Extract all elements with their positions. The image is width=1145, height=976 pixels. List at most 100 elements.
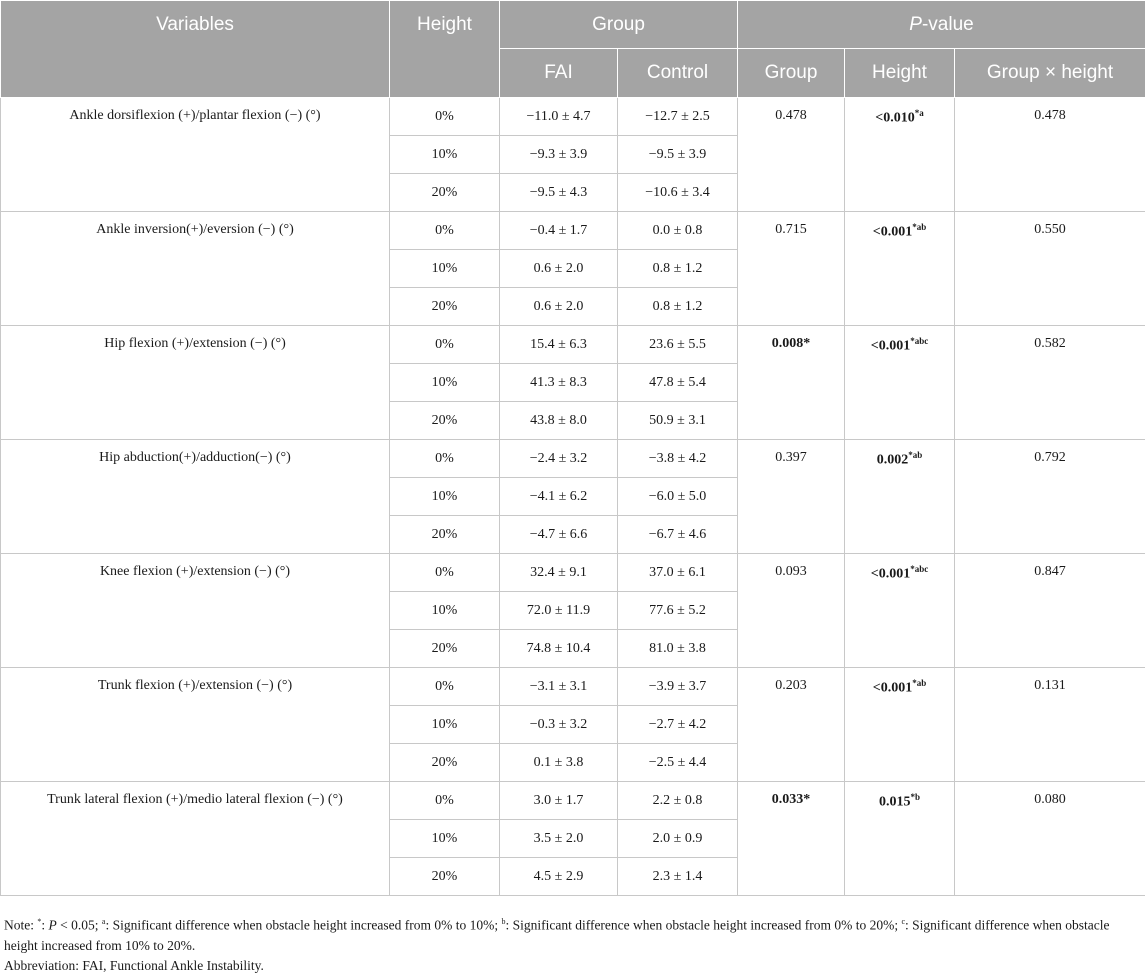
control-cell: −6.0 ± 5.0 [618,478,738,516]
height-cell: 20% [390,174,500,212]
header-p-value: P-value [738,1,1145,49]
control-cell: 23.6 ± 5.5 [618,326,738,364]
height-cell: 10% [390,250,500,288]
p-height-cell: <0.001*abc [845,554,955,668]
p-height-marker: *ab [912,678,926,688]
p-group-cell: 0.203 [738,668,845,782]
p-group-marker: * [803,792,810,807]
table-row: Trunk lateral flexion (+)/medio lateral … [1,782,1145,820]
header-p-group: Group [738,49,845,98]
control-cell: −12.7 ± 2.5 [618,98,738,136]
control-cell: −3.9 ± 3.7 [618,668,738,706]
header-p-height: Height [845,49,955,98]
p-height-marker: *ab [912,222,926,232]
control-cell: −2.5 ± 4.4 [618,744,738,782]
p-height-cell: <0.001*ab [845,212,955,326]
fai-cell: 0.6 ± 2.0 [500,288,618,326]
control-cell: 37.0 ± 6.1 [618,554,738,592]
height-cell: 20% [390,744,500,782]
variable-cell: Hip flexion (+)/extension (−) (°) [1,326,390,440]
p-height-marker: *ab [908,450,922,460]
height-cell: 10% [390,478,500,516]
p-group-value: 0.033 [772,792,804,807]
p-group-marker: * [803,336,810,351]
fai-cell: 0.6 ± 2.0 [500,250,618,288]
height-cell: 20% [390,858,500,896]
p-interaction-cell: 0.792 [955,440,1145,554]
height-cell: 10% [390,706,500,744]
table-container: Variables Height Group P-value FAI Contr… [0,0,1145,896]
control-cell: 0.8 ± 1.2 [618,288,738,326]
fai-cell: −4.7 ± 6.6 [500,516,618,554]
height-cell: 0% [390,212,500,250]
table-row: Hip flexion (+)/extension (−) (°)0%15.4 … [1,326,1145,364]
p-group-value: 0.478 [775,108,807,123]
note-p: P [49,918,57,933]
table-row: Ankle inversion(+)/eversion (−) (°)0%−0.… [1,212,1145,250]
p-height-marker: *b [910,792,920,802]
variable-cell: Trunk lateral flexion (+)/medio lateral … [1,782,390,896]
control-cell: −3.8 ± 4.2 [618,440,738,478]
header-control: Control [618,49,738,98]
control-cell: 0.0 ± 0.8 [618,212,738,250]
control-cell: 2.2 ± 0.8 [618,782,738,820]
control-cell: 2.0 ± 0.9 [618,820,738,858]
p-interaction-cell: 0.080 [955,782,1145,896]
p-height-value: <0.001 [871,339,910,354]
header-variables: Variables [1,1,390,98]
fai-cell: 4.5 ± 2.9 [500,858,618,896]
p-height-marker: *abc [910,336,928,346]
results-table: Variables Height Group P-value FAI Contr… [0,0,1145,896]
p-height-cell: <0.001*abc [845,326,955,440]
variable-cell: Knee flexion (+)/extension (−) (°) [1,554,390,668]
p-group-value: 0.093 [775,564,807,579]
fai-cell: 43.8 ± 8.0 [500,402,618,440]
fai-cell: −0.3 ± 3.2 [500,706,618,744]
control-cell: 0.8 ± 1.2 [618,250,738,288]
note-a-text: : Significant difference when obstacle h… [105,918,501,933]
note-b-text: : Significant difference when obstacle h… [505,918,901,933]
fai-cell: −2.4 ± 3.2 [500,440,618,478]
p-group-value: 0.715 [775,222,807,237]
note-prefix: Note: [4,918,37,933]
fai-cell: −4.1 ± 6.2 [500,478,618,516]
fai-cell: 32.4 ± 9.1 [500,554,618,592]
p-height-value: 0.002 [877,453,909,468]
table-row: Trunk flexion (+)/extension (−) (°)0%−3.… [1,668,1145,706]
table-row: Knee flexion (+)/extension (−) (°)0%32.4… [1,554,1145,592]
abbreviation-line: Abbreviation: FAI, Functional Ankle Inst… [4,956,1139,976]
table-body: Ankle dorsiflexion (+)/plantar flexion (… [1,98,1145,896]
p-height-cell: 0.002*ab [845,440,955,554]
height-cell: 10% [390,820,500,858]
fai-cell: 74.8 ± 10.4 [500,630,618,668]
p-group-cell: 0.397 [738,440,845,554]
variable-cell: Ankle dorsiflexion (+)/plantar flexion (… [1,98,390,212]
height-cell: 10% [390,136,500,174]
height-cell: 0% [390,98,500,136]
control-cell: 77.6 ± 5.2 [618,592,738,630]
height-cell: 0% [390,326,500,364]
table-notes: Note: *: P < 0.05; a: Significant differ… [4,912,1139,976]
fai-cell: −9.5 ± 4.3 [500,174,618,212]
p-group-value: 0.203 [775,678,807,693]
height-cell: 0% [390,668,500,706]
fai-cell: 3.5 ± 2.0 [500,820,618,858]
p-height-value: <0.001 [871,567,910,582]
p-interaction-cell: 0.847 [955,554,1145,668]
fai-cell: −11.0 ± 4.7 [500,98,618,136]
fai-cell: 41.3 ± 8.3 [500,364,618,402]
p-height-marker: *a [915,108,924,118]
variable-cell: Hip abduction(+)/adduction(−) (°) [1,440,390,554]
note-threshold: < 0.05; [57,918,102,933]
control-cell: 2.3 ± 1.4 [618,858,738,896]
p-value-italic: P [909,14,922,35]
p-group-cell: 0.478 [738,98,845,212]
control-cell: 50.9 ± 3.1 [618,402,738,440]
p-group-cell: 0.093 [738,554,845,668]
p-height-cell: <0.001*ab [845,668,955,782]
height-cell: 0% [390,440,500,478]
p-interaction-cell: 0.550 [955,212,1145,326]
p-interaction-cell: 0.131 [955,668,1145,782]
p-group-cell: 0.033* [738,782,845,896]
p-interaction-cell: 0.478 [955,98,1145,212]
